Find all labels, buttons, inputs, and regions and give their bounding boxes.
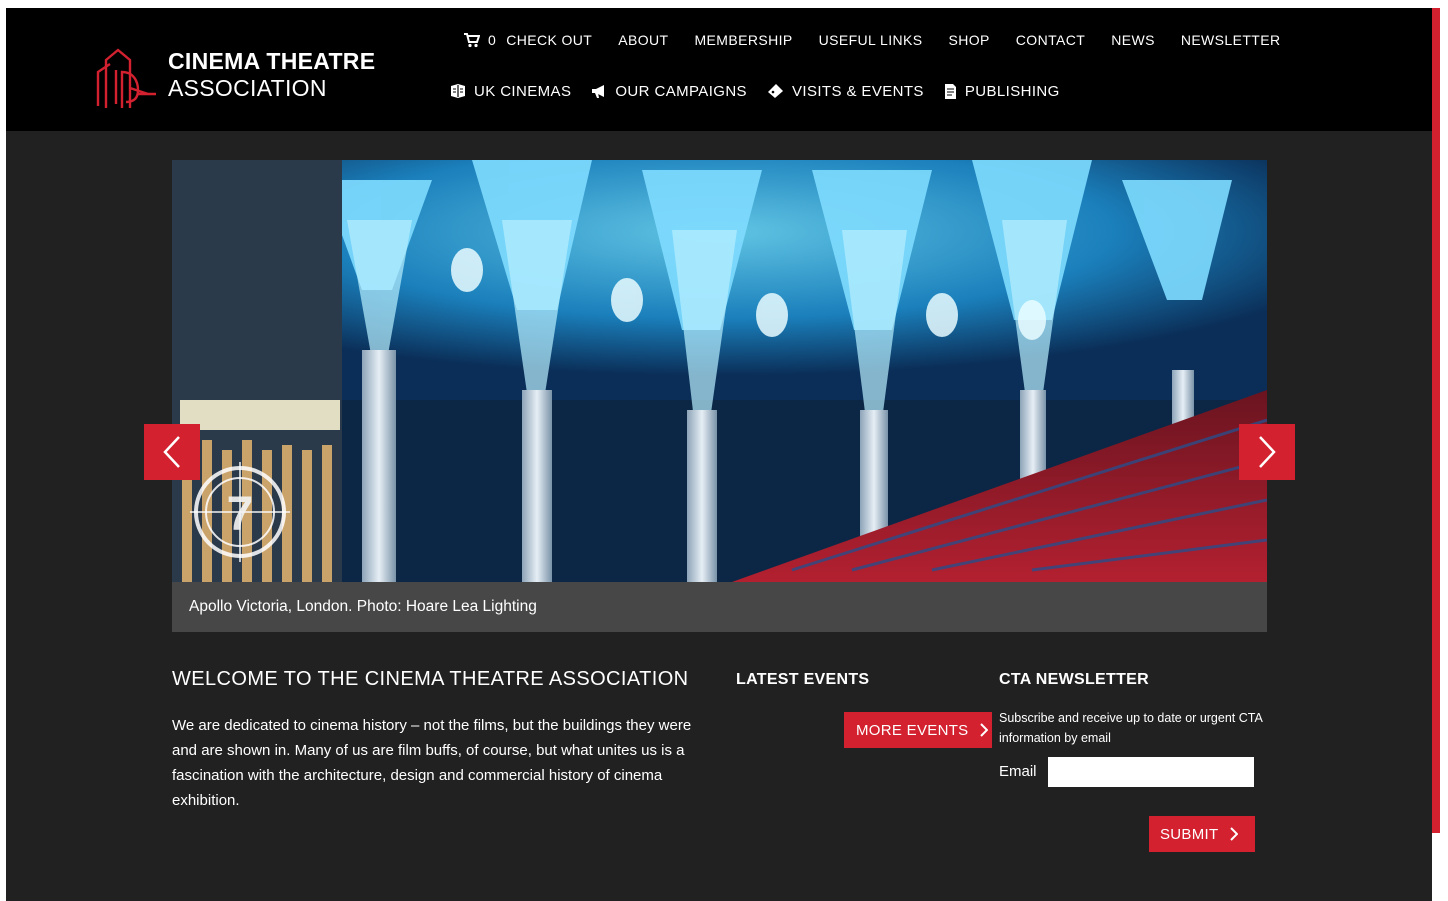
site-header: CINEMA THEATRE ASSOCIATION 0 CHECK OUT A… [6, 8, 1432, 131]
welcome-text: We are dedicated to cinema history – not… [172, 717, 692, 809]
chevron-right-icon [980, 723, 989, 737]
nav-shop-label: SHOP [948, 32, 990, 48]
chevron-right-icon [1230, 827, 1239, 841]
more-events-label: MORE EVENTS [856, 721, 969, 739]
nav-shop[interactable]: SHOP [948, 32, 989, 48]
chevron-left-icon [163, 436, 180, 468]
nav-membership-label: MEMBERSHIP [694, 32, 793, 48]
welcome-section: WELCOME TO THE CINEMA THEATRE ASSOCIATIO… [172, 668, 712, 813]
nav-contact-label: CONTACT [1015, 32, 1086, 48]
nav-useful-links[interactable]: USEFUL LINKS [819, 32, 923, 48]
email-label: Email [999, 763, 1037, 780]
nav-useful-links-label: USEFUL LINKS [818, 32, 923, 48]
nav-visits-events[interactable]: VISITS & EVENTS [767, 83, 924, 100]
slider-prev-button[interactable] [144, 424, 200, 480]
nav-our-campaigns-label: OUR CAMPAIGNS [615, 82, 747, 100]
nav-about-label: ABOUT [618, 32, 669, 48]
site-logo-text[interactable]: CINEMA THEATRE ASSOCIATION [168, 48, 375, 102]
more-events-button[interactable]: MORE EVENTS [844, 712, 992, 748]
page-frame: CINEMA THEATRE ASSOCIATION 0 CHECK OUT A… [6, 8, 1432, 901]
chevron-right-icon [1259, 436, 1276, 468]
main-nav: UK CINEMAS OUR CAMPAIGNS VISITS & EVENTS [450, 81, 1080, 101]
nav-checkout[interactable]: 0 CHECK OUT [464, 32, 592, 48]
newsletter-description: Subscribe and receive up to date or urge… [999, 711, 1263, 745]
page-edge-accent [1432, 8, 1440, 833]
email-field[interactable] [1048, 757, 1254, 787]
nav-membership[interactable]: MEMBERSHIP [694, 32, 792, 48]
logo-line-2: ASSOCIATION [168, 75, 327, 101]
nav-our-campaigns[interactable]: OUR CAMPAIGNS [591, 83, 747, 100]
nav-visits-events-label: VISITS & EVENTS [791, 82, 924, 100]
submit-label: SUBMIT [1160, 825, 1219, 843]
latest-events-title: LATEST EVENTS [736, 671, 870, 688]
top-nav: 0 CHECK OUT ABOUT MEMBERSHIP USEFUL LINK… [464, 30, 1307, 50]
megaphone-icon [592, 85, 605, 98]
welcome-title: WELCOME TO THE CINEMA THEATRE ASSOCIATIO… [172, 668, 689, 690]
cart-count: 0 [488, 32, 497, 48]
newsletter-title: CTA NEWSLETTER [999, 671, 1149, 688]
cart-icon [464, 32, 480, 47]
nav-checkout-label: CHECK OUT [506, 32, 593, 48]
nav-uk-cinemas-label: UK CINEMAS [474, 82, 572, 100]
nav-uk-cinemas[interactable]: UK CINEMAS [450, 83, 571, 100]
logo-line-1: CINEMA THEATRE [168, 48, 376, 74]
ticket-icon [767, 84, 783, 98]
badge-number: 7 [227, 488, 254, 541]
nav-publishing[interactable]: PUBLISHING [944, 83, 1060, 100]
document-icon [944, 83, 956, 99]
book-icon [451, 84, 465, 98]
nav-news-label: NEWS [1111, 32, 1155, 48]
nav-newsletter[interactable]: NEWSLETTER [1181, 32, 1281, 48]
nav-newsletter-label: NEWSLETTER [1180, 32, 1281, 48]
caption-bar: Apollo Victoria, London. Photo: Hoare Le… [172, 582, 1267, 632]
hero-slider: 7 Apollo Victoria, London. Photo: Hoare … [172, 160, 1267, 632]
nav-about[interactable]: ABOUT [618, 32, 668, 48]
cta-logo-icon[interactable] [94, 42, 158, 108]
hero-image: 7 [172, 160, 1267, 582]
nav-publishing-label: PUBLISHING [964, 82, 1060, 100]
submit-button[interactable]: SUBMIT [1149, 816, 1255, 852]
auditorium-illustration: 7 [172, 160, 1267, 582]
nav-news[interactable]: NEWS [1111, 32, 1155, 48]
nav-contact[interactable]: CONTACT [1016, 32, 1085, 48]
slide-caption: Apollo Victoria, London. Photo: Hoare Le… [189, 598, 537, 615]
slider-next-button[interactable] [1239, 424, 1295, 480]
